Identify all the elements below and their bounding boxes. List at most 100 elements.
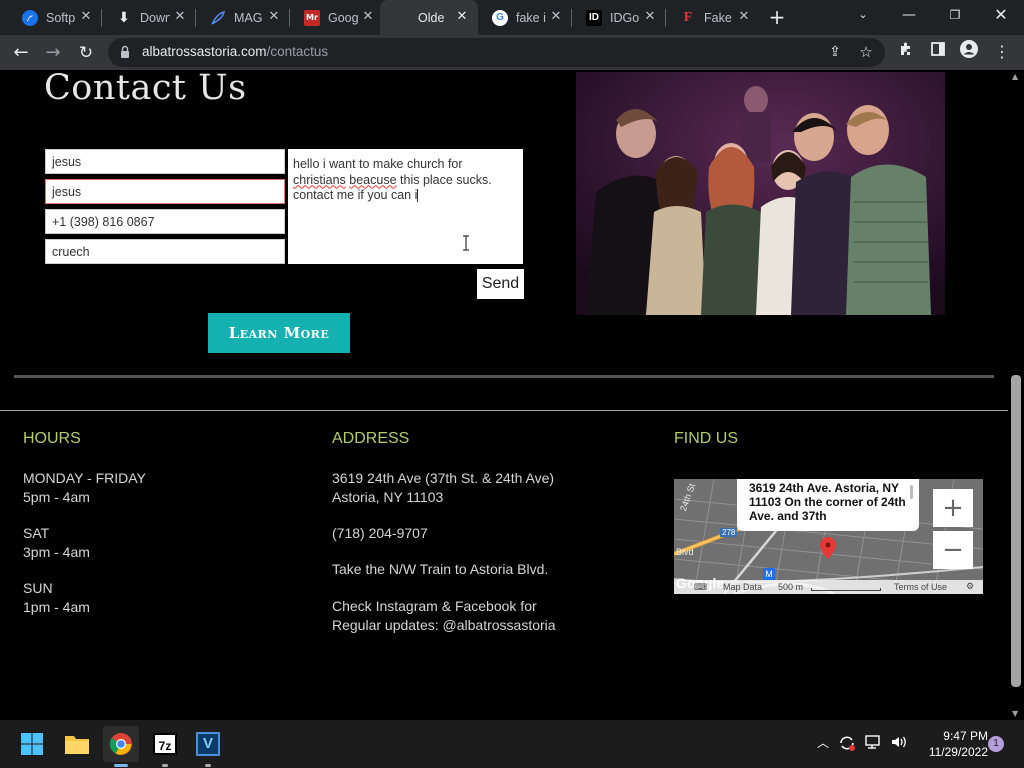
tab-search-icon[interactable]: ⌄ bbox=[840, 0, 886, 30]
volume-icon[interactable] bbox=[889, 734, 909, 754]
restore-icon[interactable]: ❐ bbox=[932, 0, 978, 30]
embedded-map[interactable]: 278 Blvd 24th St M 3619 24th Ave. Astori… bbox=[674, 479, 983, 594]
map-scale-bar bbox=[811, 588, 881, 591]
text-cursor-icon bbox=[463, 235, 469, 251]
hours-time: 5pm - 4am bbox=[23, 489, 90, 505]
system-clock[interactable]: 9:47 PM 11/29/2022 bbox=[912, 728, 988, 760]
close-icon[interactable]: ✕ bbox=[642, 9, 658, 25]
report-issue-icon[interactable]: ⚙ bbox=[966, 581, 974, 592]
scrollbar-thumb[interactable] bbox=[1011, 375, 1021, 687]
lock-icon[interactable] bbox=[120, 45, 130, 59]
softpedia-favicon-icon bbox=[22, 9, 38, 26]
first-name-field[interactable]: jesus bbox=[45, 149, 285, 174]
message-line: hello i want to make church for bbox=[293, 157, 463, 171]
f-favicon-icon: F bbox=[683, 9, 693, 25]
message-line: christians beacuse this place sucks. bbox=[293, 173, 518, 189]
train-directions: Take the N/W Train to Astoria Blvd. bbox=[332, 561, 549, 577]
map-scale-label: 500 m bbox=[778, 582, 804, 592]
side-panel-icon[interactable] bbox=[926, 40, 950, 64]
minimize-icon[interactable]: — bbox=[886, 0, 932, 30]
metro-icon: M bbox=[763, 568, 775, 580]
tray-chevron-up-icon[interactable]: ︿ bbox=[813, 734, 833, 751]
profile-icon[interactable] bbox=[957, 40, 981, 64]
windows-start-icon[interactable] bbox=[14, 726, 50, 762]
close-icon[interactable]: ✕ bbox=[266, 9, 282, 25]
scroll-up-icon[interactable]: ▲ bbox=[1012, 72, 1018, 81]
browser-toolbar: ← → ↻ albatrossastoria.com/contactus ⇪ ☆… bbox=[0, 35, 1024, 70]
keyboard-icon[interactable]: ⌨ bbox=[694, 582, 707, 593]
reload-icon[interactable]: ↻ bbox=[73, 40, 99, 66]
subject-field[interactable]: cruech bbox=[45, 239, 285, 264]
social-text: Check Instagram & Facebook for bbox=[332, 598, 537, 614]
tab-downloads[interactable]: ⬇ Down ✕ bbox=[102, 0, 196, 35]
tab-title: fake i bbox=[516, 10, 546, 25]
tab-google-mr[interactable]: Mr Goog ✕ bbox=[290, 0, 384, 35]
message-text: this place sucks. bbox=[400, 172, 492, 187]
close-icon[interactable]: ✕ bbox=[78, 9, 94, 25]
map-zoom-in-button[interactable]: + bbox=[933, 489, 973, 527]
phone-field[interactable]: +1 (398) 816 0867 bbox=[45, 209, 285, 234]
share-icon[interactable]: ⇪ bbox=[823, 40, 847, 64]
section-divider bbox=[14, 375, 994, 378]
window-close-icon[interactable]: ✕ bbox=[978, 0, 1024, 30]
message-text: contact me if you can i bbox=[293, 188, 418, 202]
address-line: Astoria, NY 11103 bbox=[332, 489, 444, 505]
tab-google-fake[interactable]: G fake i ✕ bbox=[478, 0, 572, 35]
file-explorer-icon[interactable] bbox=[59, 726, 95, 762]
terms-of-use-link[interactable]: Terms of Use bbox=[894, 582, 947, 592]
download-icon: ⬇ bbox=[118, 9, 130, 26]
tab-olde-active[interactable]: Olde ✕ bbox=[380, 0, 478, 35]
tab-idgod[interactable]: ID IDGo ✕ bbox=[572, 0, 666, 35]
phone-number: (718) 204-9707 bbox=[332, 525, 428, 541]
bubble-scrollbar[interactable] bbox=[910, 485, 913, 499]
send-button[interactable]: Send bbox=[477, 269, 524, 299]
scroll-down-icon[interactable]: ▼ bbox=[1012, 709, 1018, 718]
last-name-field[interactable]: jesus bbox=[45, 179, 285, 204]
hours-time: 3pm - 4am bbox=[23, 544, 90, 560]
extensions-puzzle-icon[interactable] bbox=[894, 40, 918, 64]
clock-date: 11/29/2022 bbox=[928, 745, 988, 759]
tab-mag[interactable]: MAG ✕ bbox=[196, 0, 290, 35]
sync-icon[interactable] bbox=[837, 734, 857, 756]
map-data-link[interactable]: Map Data bbox=[723, 582, 762, 592]
map-road-label: 278 bbox=[720, 528, 738, 537]
notification-badge[interactable]: 1 bbox=[988, 736, 1004, 752]
veracrypt-label: V bbox=[196, 732, 220, 756]
page-scrollbar[interactable]: ▲ ▼ bbox=[1008, 70, 1024, 720]
page-title: Contact Us bbox=[44, 70, 247, 108]
network-icon[interactable] bbox=[864, 734, 884, 754]
back-arrow-icon[interactable]: ← bbox=[8, 40, 34, 66]
close-icon[interactable]: ✕ bbox=[454, 9, 470, 25]
tab-title: Down bbox=[140, 10, 170, 25]
windows-taskbar: 7z V ︿ 9:47 PM 11/29/2022 1 bbox=[0, 720, 1024, 768]
hours-time: 1pm - 4am bbox=[23, 599, 90, 615]
url-text: albatrossastoria.com/contactus bbox=[142, 44, 328, 59]
new-tab-button[interactable]: + bbox=[766, 6, 788, 28]
close-icon[interactable]: ✕ bbox=[548, 9, 564, 25]
tab-strip: Softp ✕ ⬇ Down ✕ MAG ✕ Mr Goog ✕ Olde ✕ … bbox=[0, 0, 1024, 35]
menu-kebab-icon[interactable]: ⋮ bbox=[990, 40, 1014, 64]
text-caret bbox=[417, 189, 419, 203]
bookmark-star-icon[interactable]: ☆ bbox=[854, 40, 878, 64]
map-footer: Google ⌨ Map Data 500 m Terms of Use ⚙ bbox=[674, 575, 983, 594]
7zip-icon[interactable]: 7z bbox=[147, 726, 183, 767]
rocket-icon bbox=[210, 10, 226, 26]
message-textarea[interactable]: hello i want to make church for christia… bbox=[288, 149, 523, 264]
page-content: Contact Us jesus jesus +1 (398) 816 0867… bbox=[0, 70, 1008, 720]
chrome-icon[interactable] bbox=[103, 726, 139, 767]
close-icon[interactable]: ✕ bbox=[360, 9, 376, 25]
footer-divider bbox=[0, 410, 1008, 411]
tab-title: Olde bbox=[418, 10, 445, 25]
address-bar[interactable]: albatrossastoria.com/contactus ⇪ ☆ bbox=[108, 38, 885, 67]
close-icon[interactable]: ✕ bbox=[736, 9, 752, 25]
close-icon[interactable]: ✕ bbox=[172, 9, 188, 25]
id-favicon-icon: ID bbox=[586, 9, 602, 26]
tab-fake[interactable]: F Fake ✕ bbox=[666, 0, 760, 35]
tab-softpedia[interactable]: Softp ✕ bbox=[8, 0, 102, 35]
veracrypt-icon[interactable]: V bbox=[190, 726, 226, 767]
forward-arrow-icon[interactable]: → bbox=[40, 40, 66, 66]
learn-more-button[interactable]: Learn More bbox=[208, 313, 350, 353]
map-zoom-out-button[interactable]: − bbox=[933, 531, 973, 569]
7zip-label: 7z bbox=[153, 733, 177, 755]
active-app-indicator bbox=[114, 764, 128, 767]
